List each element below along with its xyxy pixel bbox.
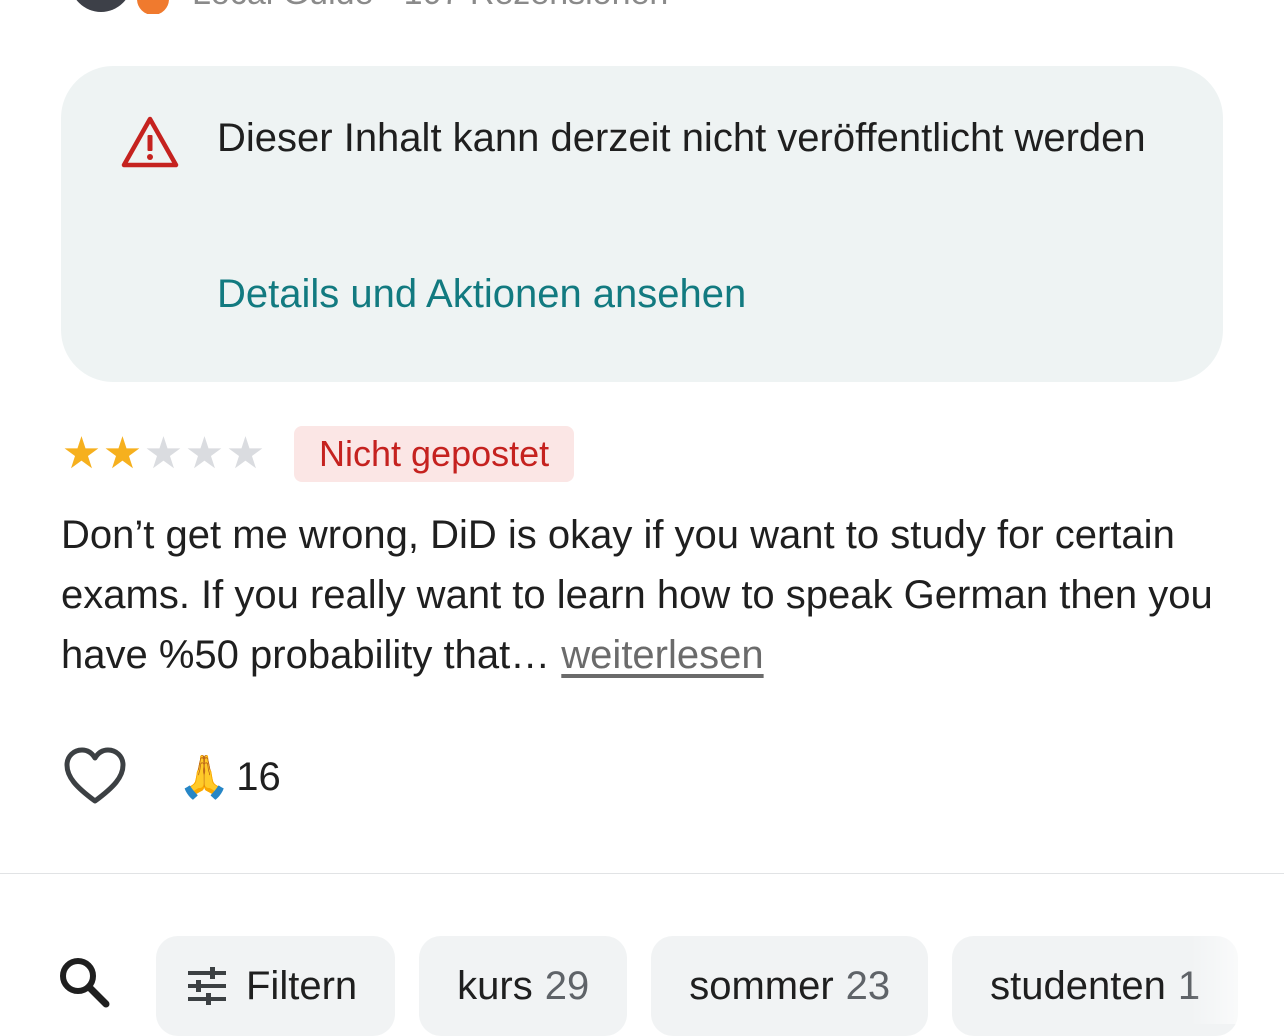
star-empty-icon: ★ bbox=[143, 429, 184, 478]
divider bbox=[0, 873, 1284, 874]
details-and-actions-link[interactable]: Details und Aktionen ansehen bbox=[217, 272, 746, 317]
search-icon[interactable] bbox=[56, 954, 112, 1010]
sliders-icon bbox=[188, 967, 226, 1005]
chip-kurs[interactable]: kurs 29 bbox=[419, 936, 628, 1036]
notice-message: Dieser Inhalt kann derzeit nicht veröffe… bbox=[217, 116, 1146, 160]
filter-button[interactable]: Filtern bbox=[156, 936, 396, 1036]
heart-icon[interactable] bbox=[62, 745, 128, 807]
warning-triangle-icon bbox=[121, 116, 179, 168]
read-more-link[interactable]: weiterlesen bbox=[561, 633, 763, 677]
folded-hands-icon: 🙏 bbox=[178, 753, 231, 800]
chip-label: kurs bbox=[457, 963, 533, 1008]
scroll-fade bbox=[1190, 930, 1284, 1024]
chip-count: 23 bbox=[845, 963, 891, 1008]
local-guide-badge-icon bbox=[134, 0, 172, 14]
star-filled-icon: ★ bbox=[102, 429, 143, 478]
reaction-count: 16 bbox=[236, 754, 281, 799]
reaction-counter[interactable]: 🙏 16 bbox=[178, 748, 281, 806]
chip-sommer[interactable]: sommer 23 bbox=[651, 936, 929, 1036]
chip-label: studenten bbox=[990, 963, 1166, 1008]
avatar[interactable] bbox=[70, 0, 132, 12]
reviewer-meta: Local Guide · 107 Rezensionen bbox=[192, 0, 668, 13]
review-text: Don’t get me wrong, DiD is okay if you w… bbox=[61, 505, 1221, 685]
star-rating: ★ ★ ★ ★ ★ bbox=[61, 430, 266, 478]
star-filled-icon: ★ bbox=[61, 429, 102, 478]
filter-label: Filtern bbox=[246, 963, 358, 1008]
chip-label: sommer bbox=[689, 963, 834, 1008]
reviewer-header: Local Guide · 107 Rezensionen bbox=[0, 0, 1284, 14]
status-badge: Nicht gepostet bbox=[294, 426, 575, 482]
star-empty-icon: ★ bbox=[184, 429, 225, 478]
filter-chips: Filtern kurs 29 sommer 23 studenten 1 bbox=[156, 936, 1239, 1036]
chip-count: 29 bbox=[544, 963, 590, 1008]
star-empty-icon: ★ bbox=[225, 429, 266, 478]
